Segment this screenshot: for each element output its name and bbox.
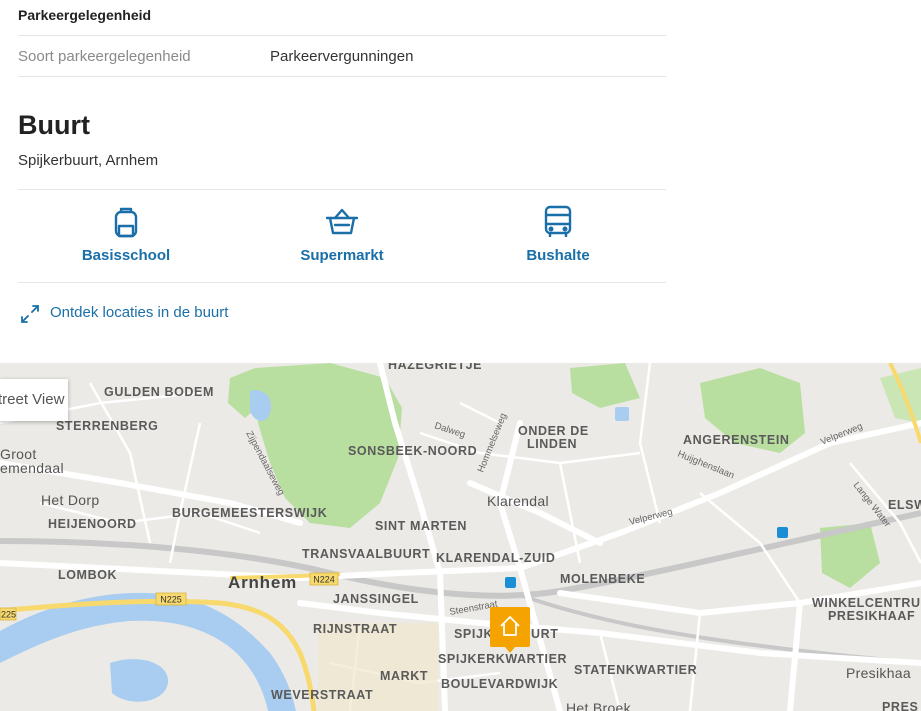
amenity-supermarket-button[interactable]: Supermarkt bbox=[234, 204, 450, 264]
amenity-busstop-button[interactable]: Bushalte bbox=[450, 204, 666, 264]
place-label: LOMBOK bbox=[58, 568, 117, 582]
train-station-icon bbox=[505, 577, 516, 588]
place-label: SONSBEEK-NOORD bbox=[348, 444, 477, 458]
street-view-button[interactable]: Street View bbox=[0, 379, 68, 421]
basket-icon bbox=[325, 208, 359, 235]
place-label: Het Dorp bbox=[41, 492, 99, 508]
amenities-bar: Basisschool Supermarkt Bushalte bbox=[18, 190, 666, 282]
place-label: RIJNSTRAAT bbox=[313, 622, 397, 636]
water bbox=[110, 659, 169, 702]
street-label: Huijghenslaan bbox=[676, 449, 736, 482]
place-label: ELSW bbox=[888, 498, 921, 512]
divider bbox=[18, 35, 666, 36]
place-label: WEVERSTRAAT bbox=[271, 688, 373, 702]
parking-type-value: Parkeervergunningen bbox=[270, 48, 414, 65]
place-label: emendaal bbox=[0, 460, 64, 476]
expand-arrows-icon bbox=[21, 305, 39, 323]
place-label: BURGEMEESTERSWIJK bbox=[172, 506, 327, 520]
neighborhood-map[interactable]: N224 N225 225 HAZEGRIETJE GULDEN BODEM S… bbox=[0, 363, 921, 711]
place-label: GULDEN BODEM bbox=[104, 385, 214, 399]
bus-icon bbox=[544, 205, 572, 237]
street-label: Velperweg bbox=[628, 507, 674, 528]
place-label: MARKT bbox=[380, 669, 428, 683]
place-label: TRANSVAALBUURT bbox=[302, 547, 430, 561]
street-view-label: Street View bbox=[0, 391, 65, 408]
place-label: MOLENBEKE bbox=[560, 572, 645, 586]
place-label: KLARENDAL-ZUID bbox=[436, 551, 556, 565]
map-canvas: N224 N225 225 HAZEGRIETJE GULDEN BODEM S… bbox=[0, 363, 921, 711]
place-label: HAZEGRIETJE bbox=[388, 363, 482, 372]
place-label: BOULEVARDWIJK bbox=[441, 677, 558, 691]
neighborhood-location: Spijkerbuurt, Arnhem bbox=[18, 152, 159, 169]
divider bbox=[18, 76, 666, 77]
neighborhood-title: Buurt bbox=[18, 110, 90, 140]
parking-section-title: Parkeergelegenheid bbox=[18, 7, 152, 23]
place-label: PRES bbox=[882, 700, 918, 711]
place-label: Het Broek bbox=[566, 700, 632, 711]
amenity-label: Basisschool bbox=[81, 247, 171, 264]
place-label: LINDEN bbox=[527, 437, 577, 451]
road-shield-label: N224 bbox=[313, 575, 335, 585]
amenity-label: Supermarkt bbox=[300, 247, 384, 264]
divider bbox=[18, 282, 666, 283]
park bbox=[880, 368, 921, 423]
home-icon bbox=[500, 616, 520, 636]
street-label: Dalweg bbox=[433, 420, 467, 440]
explore-nearby-label: Ontdek locaties in de buurt bbox=[50, 304, 229, 321]
park bbox=[570, 363, 640, 408]
street-label: Hommelseweg bbox=[476, 412, 510, 474]
place-label: SINT MARTEN bbox=[375, 519, 467, 533]
place-label: STATENKWARTIER bbox=[574, 663, 697, 677]
road-shield-label: 225 bbox=[1, 610, 16, 620]
place-label: WINKELCENTRU bbox=[812, 596, 921, 610]
amenity-school-button[interactable]: Basisschool bbox=[18, 204, 234, 264]
road-shield-label: N225 bbox=[160, 595, 182, 605]
place-label: HEIJENOORD bbox=[48, 517, 137, 531]
amenity-label: Bushalte bbox=[526, 247, 590, 264]
place-label: JANSSINGEL bbox=[333, 592, 419, 606]
pond bbox=[615, 407, 629, 421]
parking-type-label: Soort parkeergelegenheid bbox=[18, 48, 191, 65]
place-label: ONDER DE bbox=[518, 424, 589, 438]
backpack-icon bbox=[114, 207, 138, 238]
city-label: Arnhem bbox=[228, 573, 297, 592]
place-label: Presikhaa bbox=[846, 665, 911, 681]
place-label: STERRENBERG bbox=[56, 419, 158, 433]
place-label: ANGERENSTEIN bbox=[683, 433, 790, 447]
train-station-icon bbox=[777, 527, 788, 538]
place-label: Klarendal bbox=[487, 493, 549, 509]
home-location-marker[interactable] bbox=[490, 607, 530, 653]
place-label: PRESIKHAAF bbox=[828, 609, 915, 623]
place-label: SPIJKERKWARTIER bbox=[438, 652, 567, 666]
